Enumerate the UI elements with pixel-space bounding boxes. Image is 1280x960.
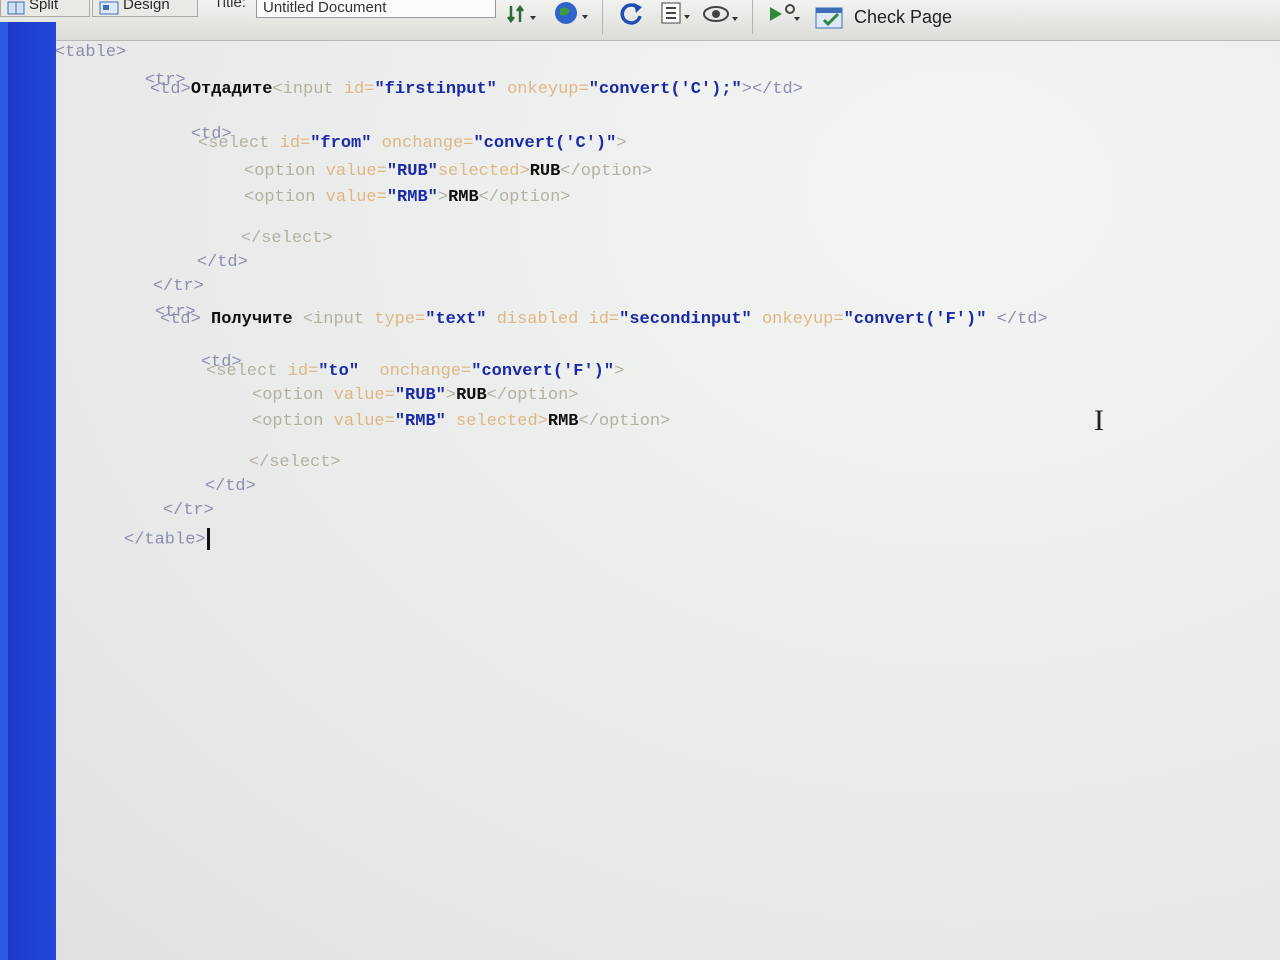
code-line: <option value="RMB">RMB</option> <box>244 188 571 207</box>
code-tag: <option <box>244 188 316 207</box>
document-title-input[interactable] <box>256 0 496 18</box>
code-text: RMB <box>547 412 579 431</box>
code-tag: > <box>437 188 449 207</box>
design-view-icon <box>99 1 119 15</box>
code-value: "convert('C')" <box>473 134 617 153</box>
code-tag: </select> <box>248 453 341 472</box>
text-cursor <box>206 528 210 550</box>
code-text: RMB <box>448 188 479 207</box>
code-value: "from" <box>310 134 372 153</box>
code-attr: id= <box>269 134 311 153</box>
code-text: Получите <box>200 310 303 329</box>
code-tag: > <box>616 134 627 153</box>
code-value: "RUB" <box>386 162 438 181</box>
code-attr: disabled <box>486 310 579 329</box>
code-value: "RMB" <box>386 188 438 207</box>
code-value: "convert('F')" <box>843 310 987 329</box>
code-tag: </tr> <box>162 501 214 520</box>
code-value: "convert('F')" <box>471 362 615 381</box>
code-tag: </table> <box>124 530 206 550</box>
code-editor[interactable]: <table> <tr> <td>Отдадите<input id="firs… <box>0 22 1280 960</box>
code-attr: value= <box>323 386 395 405</box>
code-tag: > <box>445 386 457 405</box>
design-view-button[interactable]: Design <box>92 0 198 17</box>
code-tag: <td> <box>150 80 191 99</box>
code-line: <select id="from" onchange="convert('C')… <box>198 134 627 153</box>
code-value: "RUB" <box>394 386 446 405</box>
code-attr: selected> <box>445 412 548 431</box>
code-attr: id= <box>333 80 375 99</box>
code-attr: value= <box>315 162 387 181</box>
code-attr: id= <box>277 362 319 381</box>
code-tag: <td> <box>160 310 201 329</box>
code-value: "RMB" <box>394 412 446 431</box>
code-tag: </option> <box>560 162 653 181</box>
code-attr: onkeyup= <box>751 310 844 329</box>
code-tag: <select <box>198 134 270 153</box>
code-tag: > <box>614 362 625 381</box>
code-attr: onkeyup= <box>496 80 589 99</box>
title-label: Title: <box>214 0 246 11</box>
code-value: "convert('C');" <box>588 80 742 99</box>
code-text: Отдадите <box>190 80 273 99</box>
code-tag: </option> <box>478 188 571 207</box>
code-tag: </option> <box>578 412 671 431</box>
split-view-icon <box>7 1 25 15</box>
code-tag: </option> <box>486 386 579 405</box>
code-tag: <option <box>252 412 324 431</box>
code-line: <td> Получите <input type="text" disable… <box>160 310 1048 329</box>
code-line: <option value="RUB">RUB</option> <box>252 386 579 405</box>
code-attr: value= <box>315 188 387 207</box>
code-attr: id= <box>578 310 620 329</box>
code-line: <option value="RUB"selected>RUB</option> <box>244 162 652 181</box>
code-tag: <option <box>252 386 324 405</box>
code-line: </table> <box>124 528 210 550</box>
code-attr: onchange= <box>371 134 474 153</box>
code-tag: ></td> <box>741 80 803 99</box>
code-tag: <input <box>302 310 365 329</box>
code-attr: onchange= <box>359 362 472 381</box>
code-value: "firstinput" <box>374 80 497 99</box>
code-tag: <option <box>244 162 316 181</box>
code-text: RUB <box>529 162 561 181</box>
code-value: "secondinput" <box>619 310 752 329</box>
code-tag: <input <box>272 80 334 99</box>
code-text: RUB <box>456 386 487 405</box>
code-tag: </select> <box>240 229 333 248</box>
code-line: <select id="to" onchange="convert('F')"> <box>206 362 624 381</box>
code-value: "text" <box>425 310 487 329</box>
code-line: <td>Отдадите<input id="firstinput" onkey… <box>150 80 803 99</box>
code-attr: type= <box>364 310 426 329</box>
ibeam-cursor-icon: I <box>1094 404 1104 437</box>
split-view-label: Split <box>29 0 59 13</box>
code-tag: </td> <box>196 253 248 272</box>
code-line: <option value="RMB" selected>RMB</option… <box>252 412 670 431</box>
code-attr: selected> <box>437 162 530 181</box>
design-view-label: Design <box>123 0 170 13</box>
split-view-button[interactable]: Split <box>0 0 90 17</box>
code-tag: <select <box>206 362 278 381</box>
code-value: "to" <box>318 362 360 381</box>
code-tag: </td> <box>986 310 1048 329</box>
code-attr: value= <box>323 412 395 431</box>
